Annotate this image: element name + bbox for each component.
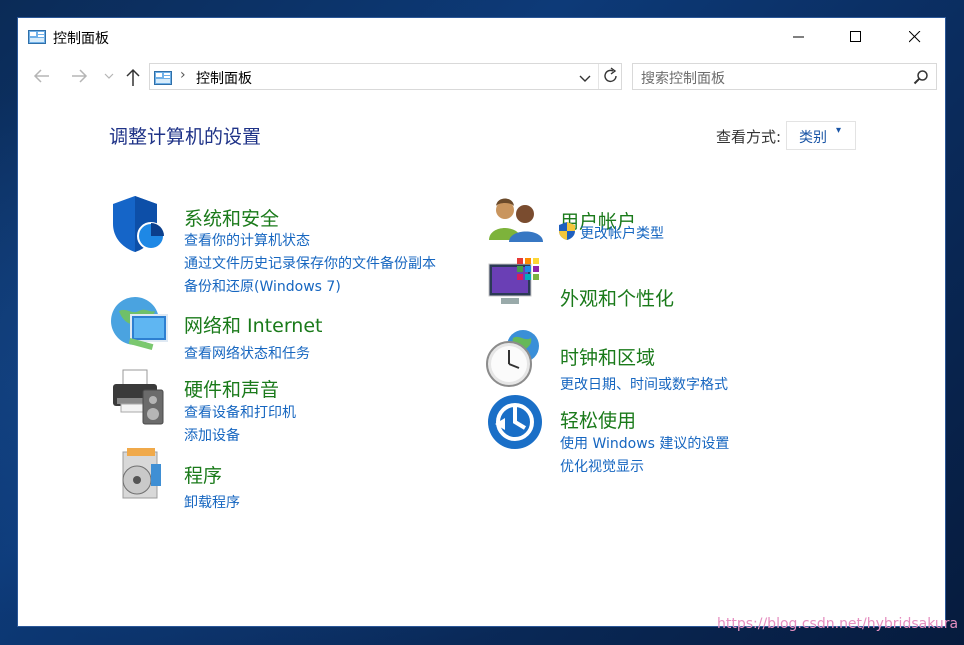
address-bar[interactable]: › 控制面板 <box>149 63 622 90</box>
category-system-security[interactable]: 系统和安全 <box>184 204 279 231</box>
control-panel-window: 控制面板 › 控制面板 搜索控制面板 调整计算机的设置 查看方式: 类别 ▾ 系… <box>17 17 946 627</box>
caret-down-icon: ▾ <box>836 125 842 136</box>
search-input[interactable]: 搜索控制面板 <box>641 68 725 88</box>
forward-button[interactable] <box>67 61 91 91</box>
close-button[interactable] <box>892 18 938 56</box>
category-appearance-personalization[interactable]: 外观和个性化 <box>560 284 674 311</box>
link-change-account-type[interactable]: 更改帐户类型 <box>580 223 664 243</box>
control-panel-app-icon <box>28 29 46 44</box>
clock-globe-icon[interactable] <box>485 328 545 392</box>
link-view-computer-status[interactable]: 查看你的计算机状态 <box>184 230 310 250</box>
chevron-down-icon <box>104 73 114 79</box>
minimize-icon <box>793 36 804 38</box>
link-backup-restore[interactable]: 备份和还原(Windows 7) <box>184 276 341 296</box>
address-dropdown-icon[interactable] <box>578 70 592 84</box>
breadcrumb-control-panel[interactable]: 控制面板 <box>196 68 252 88</box>
watermark-url: https://blog.csdn.net/hybridsakura <box>717 616 959 632</box>
arrow-left-icon <box>33 69 49 83</box>
network-globe-icon[interactable] <box>109 293 171 357</box>
link-devices-printers[interactable]: 查看设备和打印机 <box>184 402 296 422</box>
link-file-history-backup[interactable]: 通过文件历史记录保存你的文件备份副本 <box>184 253 436 273</box>
control-panel-icon <box>154 70 172 85</box>
shield-icon[interactable] <box>109 194 167 258</box>
category-hardware-sound[interactable]: 硬件和声音 <box>184 375 279 402</box>
search-box[interactable]: 搜索控制面板 <box>632 63 937 90</box>
window-title: 控制面板 <box>53 31 109 47</box>
link-change-date-time-format[interactable]: 更改日期、时间或数字格式 <box>560 374 728 394</box>
breadcrumb-separator: › <box>180 67 186 83</box>
refresh-button[interactable] <box>598 64 623 89</box>
maximize-button[interactable] <box>833 18 879 56</box>
link-network-status-tasks[interactable]: 查看网络状态和任务 <box>184 343 310 363</box>
link-uninstall-program[interactable]: 卸载程序 <box>184 492 240 512</box>
category-ease-of-access[interactable]: 轻松使用 <box>560 406 636 433</box>
view-by-dropdown[interactable]: 类别 ▾ <box>786 121 856 150</box>
up-button[interactable] <box>122 61 144 91</box>
category-clock-region[interactable]: 时钟和区域 <box>560 343 655 370</box>
arrow-right-icon <box>72 69 88 83</box>
printer-speaker-icon[interactable] <box>109 368 169 430</box>
monitor-palette-icon[interactable] <box>487 258 545 322</box>
category-programs[interactable]: 程序 <box>184 461 222 488</box>
view-by-label: 查看方式: <box>716 128 782 146</box>
maximize-icon <box>850 31 861 42</box>
category-network-internet[interactable]: 网络和 Internet <box>184 311 322 338</box>
recent-locations-button[interactable] <box>102 61 116 91</box>
navigation-bar: › 控制面板 搜索控制面板 <box>18 61 945 93</box>
minimize-button[interactable] <box>776 18 822 56</box>
users-icon[interactable] <box>487 194 545 248</box>
page-title: 调整计算机的设置 <box>109 126 262 148</box>
programs-disc-icon[interactable] <box>117 446 165 506</box>
link-windows-recommended-settings[interactable]: 使用 Windows 建议的设置 <box>560 433 729 453</box>
view-by-value: 类别 <box>799 130 827 146</box>
title-bar[interactable]: 控制面板 <box>18 18 945 56</box>
ease-of-access-icon[interactable] <box>487 394 543 454</box>
close-icon <box>909 31 921 43</box>
link-optimize-visual-display[interactable]: 优化视觉显示 <box>560 456 644 476</box>
back-button[interactable] <box>30 61 54 91</box>
uac-shield-icon <box>558 221 576 245</box>
link-add-device[interactable]: 添加设备 <box>184 425 240 445</box>
search-icon[interactable] <box>913 69 929 85</box>
refresh-icon <box>604 67 617 83</box>
arrow-up-icon <box>126 68 140 86</box>
